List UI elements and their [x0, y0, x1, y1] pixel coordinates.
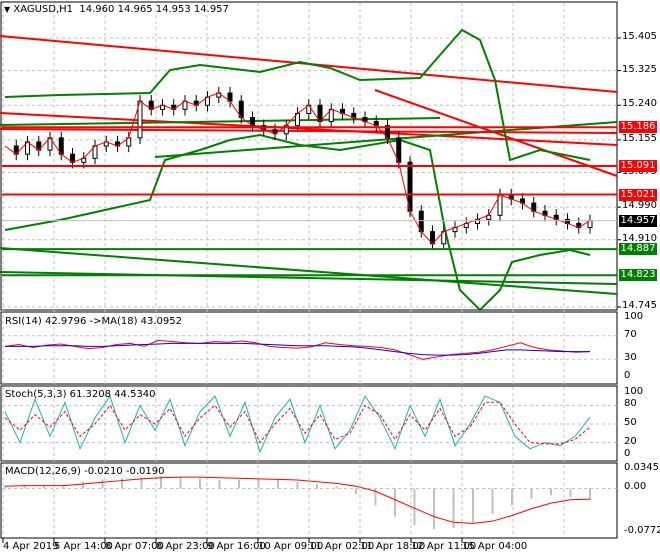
rsi-tick-label: 0 [624, 370, 631, 381]
level-tag: 15.021 [619, 188, 657, 201]
chart-window[interactable]: ▼ XAGUSD,H1 14.960 14.965 14.953 14.957 … [0, 0, 660, 560]
stoch-tick-label: 20 [624, 435, 637, 447]
level-tag: 15.091 [619, 159, 657, 172]
stoch-tick-label: 100 [624, 386, 644, 397]
rsi-tick-label: 30 [624, 352, 637, 364]
macd-title: MACD(12,26,9) -0.0210 -0.0190 [5, 466, 165, 477]
price-tick-label: 14.990 [622, 200, 657, 212]
stoch-tick-label: 0 [624, 448, 631, 459]
rsi-ma-line [5, 342, 590, 356]
macd-tick-label: 0.00 [624, 481, 647, 493]
bollinger-band [4, 133, 591, 312]
stoch-tick-label: 80 [624, 398, 637, 410]
rsi-title: RSI(14) 42.9796 ->MA(18) 43.0952 [5, 316, 182, 327]
rsi-line [4, 339, 591, 360]
price-tick-label: 14.745 [622, 300, 657, 312]
price-tick-label: 14.910 [622, 232, 657, 244]
level-tag: 15.186 [619, 121, 657, 134]
time-tick-label: 15 Apr 04:00 [462, 541, 528, 552]
level-tag: 14.823 [619, 269, 657, 282]
bollinger-band [4, 28, 591, 162]
price-tick-label: 15.405 [622, 31, 657, 42]
macd-tick-label: -0.0772 [624, 525, 660, 536]
ohlc-label: 14.960 14.965 14.953 14.957 [79, 4, 229, 15]
price-tick-label: 15.325 [622, 63, 657, 75]
rsi-tick-label: 70 [624, 328, 637, 340]
chart-header: ▼ XAGUSD,H1 14.960 14.965 14.953 14.957 [4, 4, 229, 15]
macd-tick-label: 0.0345 [624, 462, 659, 473]
collapse-triangle-icon[interactable]: ▼ [4, 5, 10, 14]
stoch-tick-label: 50 [624, 417, 637, 428]
rsi-tick-label: 100 [624, 311, 644, 322]
current-price-tag: 14.957 [619, 214, 657, 227]
price-tick-label: 15.240 [622, 98, 657, 110]
time-tick-label: 4 Apr 2019 [3, 541, 59, 552]
price-tick-label: 15.155 [622, 132, 657, 144]
level-tag: 14.887 [619, 243, 657, 256]
symbol-label: XAGUSD,H1 [13, 4, 74, 15]
stoch-title: Stoch(5,3,3) 61.3208 44.5340 [5, 389, 156, 400]
